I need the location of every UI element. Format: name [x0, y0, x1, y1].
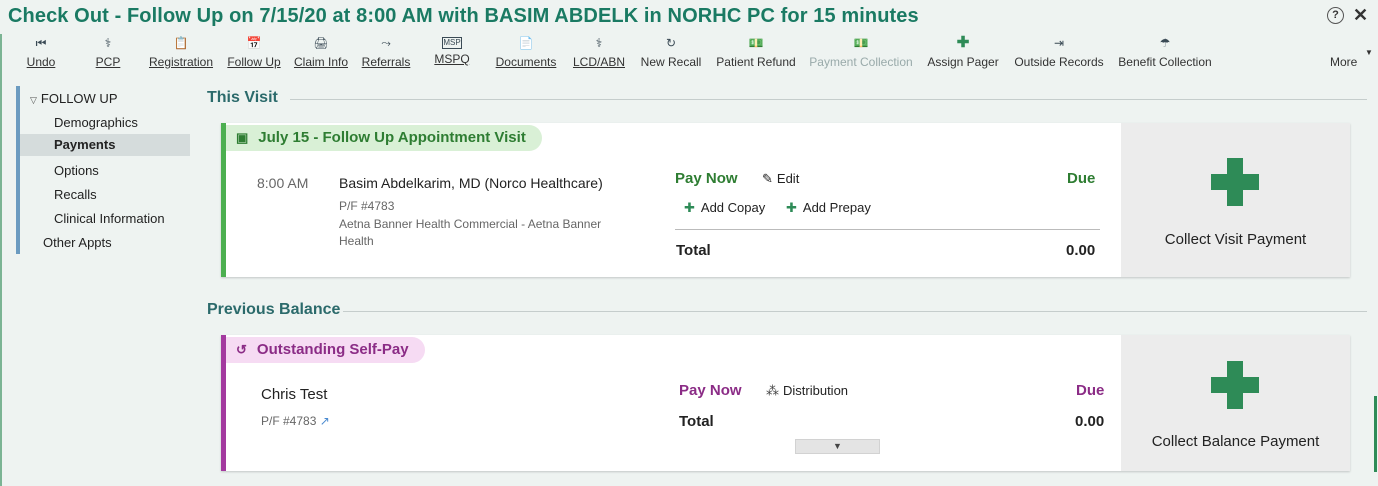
- previous-balance-heading: Previous Balance: [207, 301, 341, 318]
- collect-visit-payment-button[interactable]: Collect Visit Payment: [1121, 123, 1350, 277]
- assign-pager-button[interactable]: ✚ Assign Pager: [924, 34, 1002, 74]
- sidebar-item-demographics[interactable]: Demographics: [20, 112, 190, 134]
- distribution-button[interactable]: ⁂ Distribution: [766, 383, 848, 399]
- cash-icon: 💵: [853, 36, 869, 50]
- benefit-collection-button[interactable]: ☂ Benefit Collection: [1115, 34, 1215, 74]
- sidebar-item-other-appts[interactable]: Other Appts: [20, 232, 190, 254]
- sidebar-group-follow-up[interactable]: ▽ FOLLOW UP: [20, 88, 190, 110]
- claim-info-button[interactable]: 🖨 Claim Info: [291, 34, 351, 74]
- sidebar-item-clinical-information[interactable]: Clinical Information: [20, 208, 190, 230]
- visit-time: 8:00 AM: [257, 175, 309, 191]
- recall-icon: ↻: [665, 36, 677, 50]
- patient-name: Chris Test: [261, 386, 328, 403]
- collect-balance-payment-button[interactable]: Collect Balance Payment: [1121, 335, 1350, 471]
- new-recall-button[interactable]: ↻ New Recall: [637, 34, 705, 74]
- total-divider: [675, 229, 1100, 230]
- more-button[interactable]: More: [1330, 55, 1357, 69]
- section-divider: [290, 99, 1367, 100]
- pay-now-label: Pay Now: [679, 382, 742, 399]
- documents-button[interactable]: 📄 Documents: [491, 34, 561, 74]
- close-icon[interactable]: ✕: [1353, 5, 1368, 26]
- umbrella-icon: ☂: [1159, 36, 1171, 50]
- pencil-icon: ✎: [762, 171, 773, 186]
- total-label: Total: [679, 413, 714, 430]
- add-prepay-button[interactable]: ✚ Add Prepay: [786, 200, 871, 216]
- plus-icon: ✚: [956, 34, 970, 51]
- visit-pf-number: P/F #4783: [339, 199, 395, 213]
- scrollbar-thumb[interactable]: [1374, 396, 1377, 472]
- chevron-down-icon[interactable]: ▼: [1365, 48, 1373, 57]
- window-title: Check Out - Follow Up on 7/15/20 at 8:00…: [8, 5, 919, 27]
- window-left-edge: [0, 34, 2, 486]
- due-label: Due: [1067, 170, 1096, 187]
- plus-icon: ✚: [684, 200, 695, 215]
- calendar-icon: ▣: [236, 130, 249, 145]
- balance-card: ↺ Outstanding Self-Pay Chris Test P/F #47…: [221, 335, 1350, 471]
- payment-collection-button[interactable]: 💵 Payment Collection: [806, 34, 916, 74]
- stethoscope-icon: ⚕: [104, 36, 112, 50]
- plus-icon: [1211, 158, 1259, 206]
- follow-up-button[interactable]: 📅 Follow Up: [224, 34, 284, 74]
- plus-icon: [1211, 361, 1259, 409]
- plus-icon: ✚: [786, 200, 797, 215]
- undo-icon: ⏮: [35, 36, 47, 50]
- distribution-icon: ⁂: [766, 383, 779, 398]
- sidebar-nav: ▽ FOLLOW UP Demographics Payments Options…: [16, 86, 191, 254]
- history-icon: ↺: [236, 342, 247, 357]
- printer-icon: 🖨: [313, 36, 329, 50]
- referrals-button[interactable]: ⤳ Referrals: [358, 34, 414, 74]
- total-label: Total: [676, 242, 711, 259]
- balance-pill: ↺ Outstanding Self-Pay: [226, 337, 425, 363]
- sidebar-item-options[interactable]: Options: [20, 160, 190, 182]
- section-divider: [343, 311, 1367, 312]
- sidebar-item-recalls[interactable]: Recalls: [20, 184, 190, 206]
- help-icon[interactable]: ?: [1327, 7, 1344, 24]
- total-value: 0.00: [1066, 242, 1096, 259]
- calendar-icon: 📅: [246, 36, 262, 50]
- total-value: 0.00: [1075, 413, 1105, 430]
- stethoscope-icon: ⚕: [595, 36, 603, 50]
- edit-button[interactable]: ✎ Edit: [762, 171, 799, 187]
- balance-pf-number: P/F #4783 ↗: [261, 414, 330, 428]
- title-bar: Check Out - Follow Up on 7/15/20 at 8:00…: [0, 0, 1378, 34]
- mspq-button[interactable]: MSP MSPQ: [432, 34, 472, 74]
- outside-records-button[interactable]: ⇥ Outside Records: [1010, 34, 1108, 74]
- import-icon: ⇥: [1053, 36, 1065, 50]
- referral-icon: ⤳: [381, 36, 391, 50]
- visit-insurance-line-2: Health: [339, 234, 374, 248]
- lcd-abn-button[interactable]: ⚕ LCD/ABN: [571, 34, 627, 74]
- clipboard-icon: 📋: [173, 36, 189, 50]
- refund-icon: 💵: [748, 36, 764, 50]
- visit-card: ▣ July 15 - Follow Up Appointment Visit 8…: [221, 123, 1350, 277]
- expand-chevron-icon[interactable]: ▼: [795, 439, 880, 454]
- msp-icon: MSP: [442, 37, 462, 49]
- toolbar: ⏮ Undo ⚕ PCP 📋 Registration 📅 Follow Up …: [0, 34, 1378, 74]
- patient-refund-button[interactable]: 💵 Patient Refund: [713, 34, 799, 74]
- pay-now-label: Pay Now: [675, 170, 738, 187]
- visit-pill: ▣ July 15 - Follow Up Appointment Visit: [226, 125, 542, 151]
- undo-button[interactable]: ⏮ Undo: [22, 34, 60, 74]
- due-label: Due: [1076, 382, 1105, 399]
- collapse-chevron-icon: ▽: [30, 95, 37, 105]
- sidebar-item-payments[interactable]: Payments: [20, 134, 190, 156]
- registration-button[interactable]: 📋 Registration: [145, 34, 217, 74]
- visit-insurance-line-1: Aetna Banner Health Commercial - Aetna B…: [339, 217, 602, 231]
- document-icon: 📄: [518, 36, 534, 50]
- external-link-icon[interactable]: ↗: [320, 414, 330, 428]
- visit-provider: Basim Abdelkarim, MD (Norco Healthcare): [339, 175, 603, 191]
- this-visit-heading: This Visit: [207, 89, 278, 106]
- add-copay-button[interactable]: ✚ Add Copay: [684, 200, 765, 216]
- pcp-button[interactable]: ⚕ PCP: [90, 34, 126, 74]
